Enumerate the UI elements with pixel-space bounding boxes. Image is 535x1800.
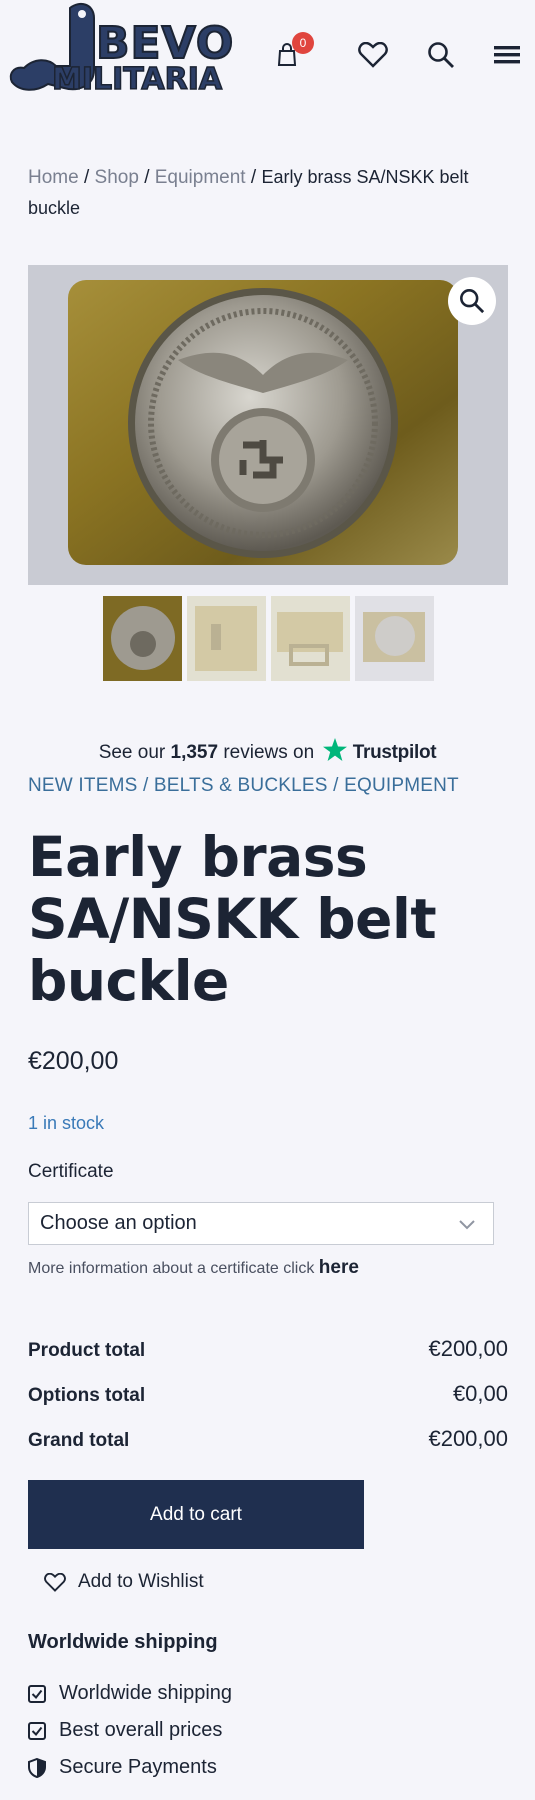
product-price: €200,00 xyxy=(28,1047,119,1075)
heart-icon xyxy=(358,42,388,68)
breadcrumb-shop[interactable]: Shop xyxy=(95,167,139,188)
grand-total-row: Grand total €200,00 xyxy=(28,1426,508,1452)
search-icon xyxy=(428,42,454,68)
thumbnail-strip xyxy=(103,596,434,681)
certificate-select[interactable]: Choose an option xyxy=(28,1202,494,1245)
menu-button[interactable] xyxy=(490,38,524,72)
certificate-info-text: More information about a certificate cli… xyxy=(28,1260,315,1277)
heart-icon xyxy=(44,1572,66,1592)
breadcrumb: Home / Shop / Equipment / Early brass SA… xyxy=(28,162,498,224)
shield-icon xyxy=(28,1757,46,1778)
product-main-image[interactable] xyxy=(28,265,508,585)
thumbnail-2[interactable] xyxy=(187,596,266,681)
product-total-label: Product total xyxy=(28,1340,146,1361)
certificate-selected-value: Choose an option xyxy=(40,1212,197,1234)
shipping-title: Worldwide shipping xyxy=(28,1631,218,1653)
breadcrumb-separator: / xyxy=(250,167,257,188)
trustpilot-prefix: See our xyxy=(98,742,166,763)
category-link-equipment[interactable]: EQUIPMENT xyxy=(344,775,459,796)
shipping-feature: Best overall prices xyxy=(28,1719,222,1742)
product-total-row: Product total €200,00 xyxy=(28,1336,508,1362)
site-logo[interactable]: BEVO MILITARIA xyxy=(8,0,234,110)
thumbnail-1[interactable] xyxy=(103,596,182,681)
breadcrumb-separator: / xyxy=(144,167,150,188)
grand-total-value: €200,00 xyxy=(428,1426,508,1451)
logo-text-militaria: MILITARIA xyxy=(51,61,223,98)
options-total-label: Options total xyxy=(28,1385,146,1406)
breadcrumb-separator: / xyxy=(83,167,90,188)
trustpilot-suffix: reviews on xyxy=(223,742,315,763)
belt-buckle-image xyxy=(28,265,508,585)
options-total-row: Options total €0,00 xyxy=(28,1381,508,1407)
category-link-new-items[interactable]: NEW ITEMS xyxy=(28,775,137,796)
wishlist-label: Add to Wishlist xyxy=(78,1571,204,1592)
menu-icon xyxy=(494,46,520,64)
checkbox-icon xyxy=(28,1684,46,1703)
site-header: BEVO MILITARIA 0 xyxy=(0,0,535,120)
trustpilot-star-icon xyxy=(323,738,348,761)
trustpilot-review-count: 1,357 xyxy=(170,742,219,763)
add-to-cart-button[interactable]: Add to cart xyxy=(28,1480,364,1549)
breadcrumb-home[interactable]: Home xyxy=(28,167,79,188)
add-to-wishlist-button[interactable]: Add to Wishlist xyxy=(44,1571,204,1593)
stock-status: 1 in stock xyxy=(28,1113,105,1133)
trustpilot-widget[interactable]: See our 1,357 reviews on Trustpilot xyxy=(0,738,535,764)
zoom-button[interactable] xyxy=(448,277,496,325)
product-categories: NEW ITEMS / BELTS & BUCKLES / EQUIPMENT xyxy=(28,775,459,797)
shipping-feature-label: Secure Payments xyxy=(59,1756,217,1778)
chevron-down-icon xyxy=(459,1220,475,1230)
shipping-feature-label: Best overall prices xyxy=(59,1719,223,1741)
category-separator: / xyxy=(333,775,339,796)
category-link-belts-buckles[interactable]: BELTS & BUCKLES xyxy=(154,775,328,796)
cart-count-badge: 0 xyxy=(292,32,314,54)
thumbnail-3[interactable] xyxy=(271,596,350,681)
breadcrumb-equipment[interactable]: Equipment xyxy=(155,167,246,188)
certificate-label: Certificate xyxy=(28,1161,114,1182)
search-icon xyxy=(460,289,485,314)
category-separator: / xyxy=(142,775,149,796)
options-total-value: €0,00 xyxy=(452,1381,508,1406)
product-title: Early brass SA/NSKK belt buckle xyxy=(28,825,437,1013)
grand-total-label: Grand total xyxy=(28,1430,130,1451)
checkbox-icon xyxy=(28,1721,46,1740)
trustpilot-brand: Trustpilot xyxy=(352,742,437,763)
shipping-feature-label: Worldwide shipping xyxy=(59,1682,233,1704)
shipping-feature: Worldwide shipping xyxy=(28,1682,232,1705)
certificate-info: More information about a certificate cli… xyxy=(28,1257,359,1279)
product-total-value: €200,00 xyxy=(428,1336,508,1361)
wishlist-button[interactable] xyxy=(356,38,390,72)
shipping-feature: Secure Payments xyxy=(28,1756,217,1779)
search-button[interactable] xyxy=(424,38,458,72)
thumbnail-4[interactable] xyxy=(355,596,434,681)
certificate-info-link[interactable]: here xyxy=(319,1257,359,1278)
